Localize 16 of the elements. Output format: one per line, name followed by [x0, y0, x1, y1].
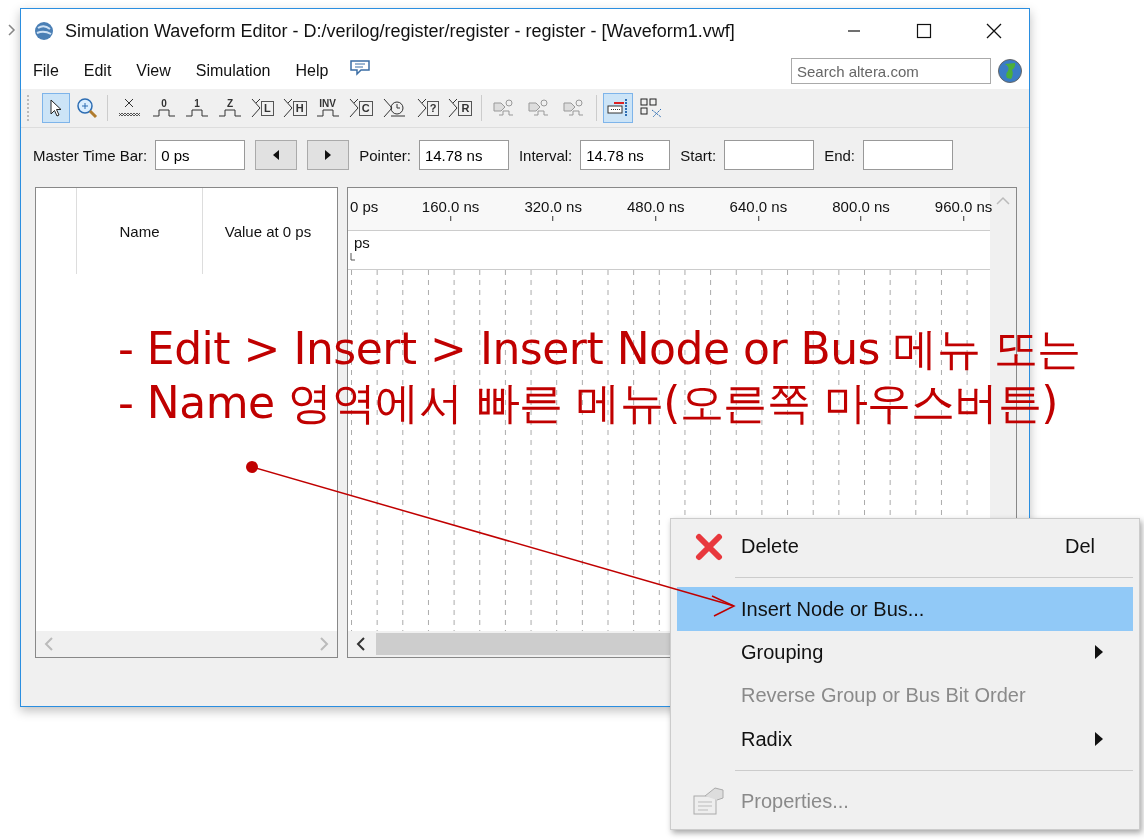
tick-label: 640.0 ns [729, 198, 788, 215]
tick-label: 480.0 ns [627, 198, 685, 215]
field-label: Pointer: [359, 146, 411, 164]
field-label: Start: [680, 146, 717, 164]
column-header: Value at 0 ps [223, 221, 313, 242]
tick-label: 320.0 ns [524, 198, 582, 215]
tick-label: 0 ps [350, 198, 379, 215]
window-title: Simulation Waveform Editor - D:/verilog/register/register - register - [Waveform1.vwf] [65, 20, 735, 42]
field-label: Master Time Bar: [33, 146, 148, 164]
column-header: Name [77, 188, 203, 274]
tick-label: 960.0 ns [934, 198, 993, 215]
tick-label: 800.0 ns [832, 198, 890, 215]
field-label: End: [824, 146, 855, 164]
cursor-time-label: ps [354, 234, 371, 251]
tick-label: 160.0 ns [421, 198, 480, 215]
field-label: Interval: [518, 146, 573, 164]
